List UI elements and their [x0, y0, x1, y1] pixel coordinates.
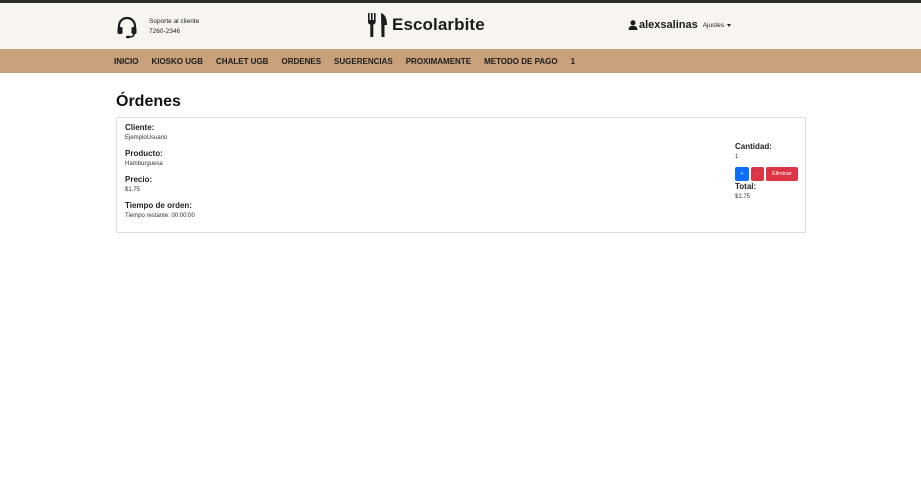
order-time-value: Tiempo restante: 00:00:00	[125, 213, 195, 219]
increase-quantity-button[interactable]: +	[735, 167, 749, 181]
nav-item-chalet[interactable]: CHALET UGB	[216, 57, 268, 66]
support-phone: 7260-2346	[149, 28, 181, 35]
nav-item-cart-count[interactable]: 1	[571, 57, 575, 66]
total-value: $1.75	[735, 194, 751, 200]
client-field: Cliente: EjemploUsuario	[125, 122, 167, 143]
product-value: Hamburguesa	[125, 161, 163, 167]
nav-item-metodo-pago[interactable]: METODO DE PAGO	[484, 57, 558, 66]
nav-item-ordenes[interactable]: ORDENES	[281, 57, 321, 66]
username: alexsalinas	[639, 19, 698, 31]
quantity-panel: Cantidad: 1 + - Eliminar Total: $1.75	[735, 141, 800, 202]
user-icon	[628, 20, 638, 30]
brand-logo[interactable]: Escolarbite	[367, 12, 485, 38]
quantity-value: 1	[735, 154, 739, 160]
caret-down-icon	[727, 23, 732, 27]
nav-item-proximamente[interactable]: PROXIMAMENTE	[406, 57, 471, 66]
price-field: Precio: $1.75	[125, 174, 152, 195]
order-card: Cliente: EjemploUsuario Producto: Hambur…	[116, 117, 806, 233]
order-time-field: Tiempo de orden: Tiempo restante: 00:00:…	[125, 200, 195, 221]
client-label: Cliente:	[125, 123, 155, 132]
customer-support: Soporte al cliente 7260-2346	[115, 15, 199, 39]
price-value: $1.75	[125, 187, 141, 193]
client-value: EjemploUsuario	[125, 135, 168, 141]
total-label: Total:	[735, 182, 757, 191]
brand-name: Escolarbite	[392, 15, 485, 34]
settings-dropdown[interactable]: Ajustes	[702, 21, 732, 29]
product-label: Producto:	[125, 149, 163, 158]
nav-item-sugerencias[interactable]: SUGERENCIAS	[334, 57, 393, 66]
user-menu: alexsalinas Ajustes	[628, 19, 732, 31]
product-field: Producto: Hamburguesa	[125, 148, 163, 169]
headset-icon	[117, 16, 137, 39]
top-header: Soporte al cliente 7260-2346 Escolarbite…	[0, 0, 921, 49]
nav-item-inicio[interactable]: INICIO	[114, 57, 138, 66]
fork-knife-icon	[368, 13, 387, 37]
settings-label: Ajustes	[702, 21, 725, 29]
support-label: Soporte al cliente	[149, 18, 200, 25]
main-nav: INICIO KIOSKO UGB CHALET UGB ORDENES SUG…	[0, 49, 921, 73]
price-label: Precio:	[125, 175, 153, 184]
order-time-label: Tiempo de orden:	[125, 201, 192, 210]
delete-order-button[interactable]: Eliminar	[766, 167, 798, 181]
quantity-label: Cantidad:	[735, 142, 772, 151]
quantity-actions: + - Eliminar	[735, 167, 800, 181]
decrease-quantity-button[interactable]: -	[751, 167, 764, 181]
nav-item-kiosko[interactable]: KIOSKO UGB	[151, 57, 203, 66]
page-title: Órdenes	[116, 93, 181, 110]
